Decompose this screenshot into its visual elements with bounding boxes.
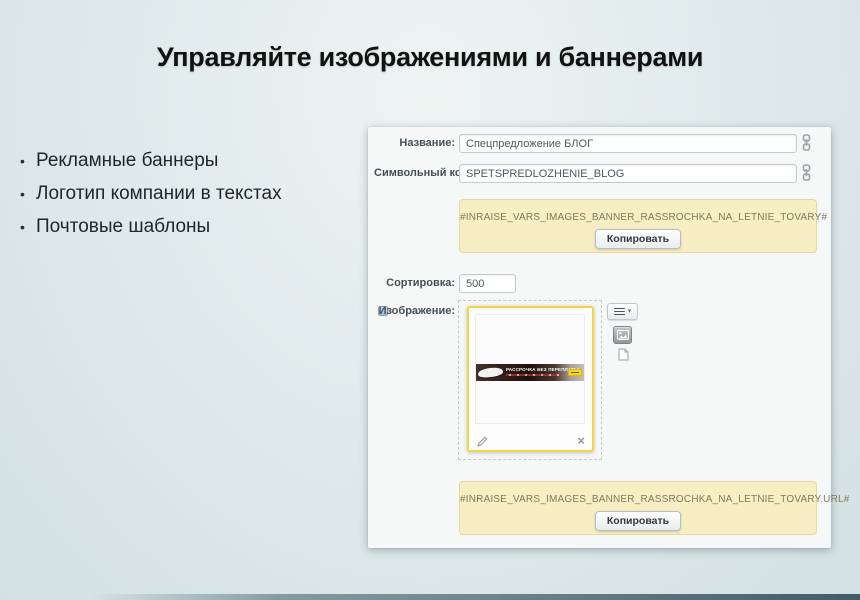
banner-cta-button [568, 369, 582, 376]
sort-field-label: Сортировка: [374, 277, 455, 289]
bottom-swoosh-decoration [90, 594, 860, 600]
chevron-down-icon: ▾ [628, 308, 632, 315]
macro-url-box: #INRAISE_VARS_IMAGES_BANNER_RASSROCHKA_N… [459, 481, 817, 535]
image-menu-button[interactable]: ▾ [607, 303, 638, 320]
list-item: • Рекламные баннеры [20, 150, 350, 183]
form-panel: Название: Символьный код: #INRAISE_VARS_… [368, 127, 831, 548]
page-title: Управляйте изображениями и баннерами [0, 42, 860, 73]
banner-image: РАССРОЧКА БЕЗ ПЕРЕПЛАТЫ [476, 364, 585, 381]
image-preview: РАССРОЧКА БЕЗ ПЕРЕПЛАТЫ × [467, 306, 594, 452]
list-item: • Логотип компании в текстах [20, 183, 350, 216]
hamburger-icon [614, 306, 625, 317]
list-item: • Почтовые шаблоны [20, 216, 350, 249]
bullet-text: Рекламные баннеры [36, 150, 218, 172]
macro-code-box: #INRAISE_VARS_IMAGES_BANNER_RASSROCHKA_N… [459, 199, 817, 253]
image-icon [617, 330, 629, 340]
image-field-label: Изображение: [374, 305, 455, 317]
edit-icon[interactable] [477, 434, 488, 445]
bullet-icon: • [20, 219, 36, 235]
name-field-label: Название: [374, 137, 455, 149]
macro-code-text: #INRAISE_VARS_IMAGES_BANNER_RASSROCHKA_N… [460, 212, 816, 223]
bullet-list: • Рекламные баннеры • Логотип компании в… [20, 150, 350, 249]
copy-button[interactable]: Копировать [595, 511, 681, 531]
bullet-icon: • [20, 153, 36, 169]
bullet-text: Логотип компании в текстах [36, 183, 282, 205]
code-field-label: Символьный код: [374, 167, 455, 179]
sort-input[interactable] [459, 274, 516, 293]
code-input[interactable] [459, 164, 797, 183]
banner-product-image [478, 367, 504, 379]
link-icon[interactable] [801, 164, 813, 182]
document-icon[interactable] [618, 348, 629, 361]
bullet-icon: • [20, 186, 36, 202]
banner-thumbnail: РАССРОЧКА БЕЗ ПЕРЕПЛАТЫ [475, 314, 585, 424]
image-file-button[interactable] [613, 326, 632, 344]
name-input[interactable] [459, 134, 797, 153]
copy-button[interactable]: Копировать [595, 229, 681, 249]
link-icon[interactable] [801, 134, 813, 152]
banner-subtitle [506, 374, 561, 376]
delete-icon[interactable]: × [577, 434, 585, 448]
bullet-text: Почтовые шаблоны [36, 216, 210, 238]
macro-url-text: #INRAISE_VARS_IMAGES_BANNER_RASSROCHKA_N… [460, 494, 816, 505]
